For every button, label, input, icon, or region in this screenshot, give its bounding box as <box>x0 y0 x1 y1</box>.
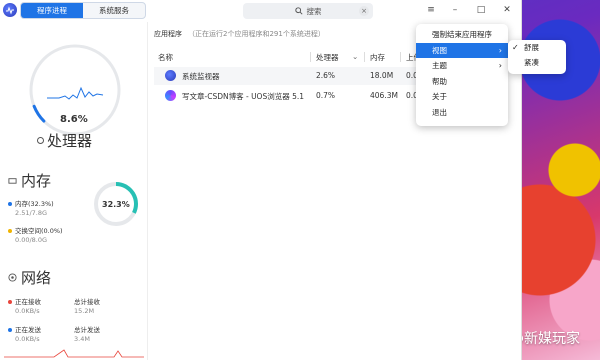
total-received-value: 15.2M <box>74 307 95 315</box>
cpu-gauge <box>29 44 121 136</box>
view-submenu: ✓ 舒展 紧凑 <box>508 40 566 74</box>
process-cpu: 0.7% <box>316 91 336 100</box>
main-menu: 强制结束应用程序 视图 › 主题 › 帮助 关于 退出 <box>416 24 508 126</box>
column-separator <box>400 52 401 62</box>
clear-search-icon[interactable]: × <box>359 6 369 16</box>
column-header-name[interactable]: 名称 <box>158 52 173 63</box>
memory-ring-percent: 32.3% <box>102 200 130 209</box>
process-memory: 18.0M <box>370 71 394 80</box>
hamburger-icon[interactable]: ≡ <box>424 3 438 17</box>
menu-item-label: 关于 <box>432 92 447 101</box>
submenu-item-label: 舒展 <box>524 43 539 52</box>
menu-item-force-quit[interactable]: 强制结束应用程序 <box>416 27 508 43</box>
list-caption: 应用程序 （正在运行2个应用程序和291个系统进程） <box>154 29 325 39</box>
menu-item-about[interactable]: 关于 <box>416 89 508 105</box>
receiving-value: 0.0KB/s <box>15 307 40 315</box>
cpu-icon <box>37 137 44 144</box>
caption-label: 应用程序 <box>154 30 182 38</box>
search-icon <box>294 7 303 15</box>
table-row[interactable]: 写文章-CSDN博客 - UOS浏览器 5.1 0.7% 406.3M 0.0 <box>154 87 422 105</box>
search-input[interactable]: 搜索 × <box>243 3 373 19</box>
search-placeholder: 搜索 <box>306 6 322 16</box>
close-icon[interactable]: ✕ <box>500 3 514 17</box>
network-total-received: 总计接收 15.2M <box>74 296 100 315</box>
memory-title: 内存 <box>8 170 51 191</box>
memory-usage-item: 内存(32.3%) 2.51/7.8G <box>8 198 54 217</box>
checkmark-icon: ✓ <box>512 43 519 52</box>
cpu-title: 处理器 <box>37 130 92 151</box>
tab-processes[interactable]: 程序进程 <box>21 3 83 18</box>
memory-usage-label: 内存(32.3%) <box>15 200 54 208</box>
network-receiving: 正在接收 0.0KB/s <box>8 296 41 315</box>
swap-usage-label: 交换空间(0.0%) <box>15 227 63 235</box>
menu-item-label: 主题 <box>432 61 447 70</box>
system-monitor-icon <box>165 70 176 81</box>
menu-item-label: 帮助 <box>432 76 447 86</box>
memory-bullet <box>8 202 12 206</box>
app-logo-icon <box>3 3 17 17</box>
swap-usage-value: 0.00/8.0G <box>15 236 48 244</box>
memory-usage-value: 2.51/7.8G <box>15 209 48 217</box>
total-sent-value: 3.4M <box>74 335 90 343</box>
tab-services[interactable]: 系统服务 <box>83 3 145 18</box>
column-separator <box>310 52 311 62</box>
submenu-item-compact[interactable]: 紧凑 <box>508 55 566 70</box>
menu-item-exit[interactable]: 退出 <box>416 105 508 121</box>
menu-item-label: 强制结束应用程序 <box>432 30 492 39</box>
total-sent-label: 总计发送 <box>74 326 100 334</box>
menu-item-view[interactable]: 视图 › <box>416 42 508 58</box>
total-received-label: 总计接收 <box>74 298 100 306</box>
chevron-right-icon: › <box>498 61 502 70</box>
cpu-percent: 8.6% <box>60 114 88 125</box>
table-row[interactable]: 系统监视器 2.6% 18.0M 0.0 <box>154 67 422 85</box>
titlebar: 程序进程 系统服务 搜索 × ≡ – □ ✕ <box>0 0 522 22</box>
memory-title-text: 内存 <box>21 172 52 190</box>
menu-item-label: 视图 <box>432 45 447 55</box>
minimize-icon[interactable]: – <box>448 3 462 17</box>
sending-bullet <box>8 328 12 332</box>
sort-chevron-icon[interactable]: ⌄ <box>352 52 358 61</box>
network-title: 网络 <box>8 267 51 288</box>
column-header-memory[interactable]: 内存 <box>370 52 385 63</box>
network-title-text: 网络 <box>21 269 52 287</box>
receiving-label: 正在接收 <box>15 298 41 306</box>
network-icon <box>8 273 17 282</box>
menu-item-theme[interactable]: 主题 › <box>416 58 508 74</box>
sending-value: 0.0KB/s <box>15 335 40 343</box>
cpu-label: 处理器 <box>47 132 93 150</box>
network-sending: 正在发送 0.0KB/s <box>8 324 41 343</box>
process-name: 写文章-CSDN博客 - UOS浏览器 5.1 <box>182 92 305 101</box>
process-memory: 406.3M <box>370 91 398 100</box>
caption-hint: （正在运行2个应用程序和291个系统进程） <box>188 30 325 38</box>
submenu-item-expand[interactable]: ✓ 舒展 <box>508 40 566 55</box>
browser-icon <box>165 90 176 101</box>
view-tabs: 程序进程 系统服务 <box>20 2 146 19</box>
network-graph <box>4 349 144 358</box>
receiving-bullet <box>8 300 12 304</box>
chevron-right-icon: › <box>498 45 502 55</box>
process-name: 系统监视器 <box>182 72 220 81</box>
column-header-cpu[interactable]: 处理器 <box>316 52 339 63</box>
network-total-sent: 总计发送 3.4M <box>74 324 100 343</box>
swap-usage-item: 交换空间(0.0%) 0.00/8.0G <box>8 225 63 244</box>
resource-sidebar: 8.6% 处理器 内存 内存(32.3%) 2.51/7.8G 交换空间(0.0… <box>0 22 148 360</box>
memory-icon <box>8 178 17 184</box>
sending-label: 正在发送 <box>15 326 41 334</box>
maximize-icon[interactable]: □ <box>474 3 488 17</box>
swap-bullet <box>8 229 12 233</box>
process-cpu: 2.6% <box>316 71 336 80</box>
column-separator <box>364 52 365 62</box>
menu-item-label: 退出 <box>432 107 447 117</box>
submenu-item-label: 紧凑 <box>524 58 539 67</box>
menu-item-help[interactable]: 帮助 <box>416 74 508 90</box>
